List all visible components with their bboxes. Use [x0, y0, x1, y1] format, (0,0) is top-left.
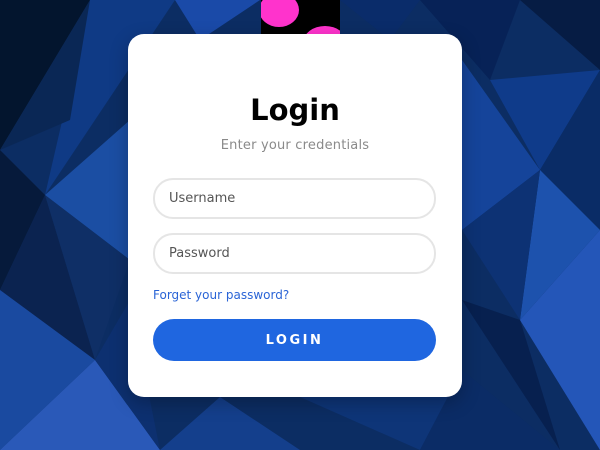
login-title: Login	[250, 93, 340, 127]
login-card: Login Enter your credentials Forget your…	[128, 34, 462, 397]
password-input[interactable]	[153, 233, 436, 274]
login-subtitle: Enter your credentials	[220, 138, 370, 153]
login-button[interactable]: LOGIN	[153, 319, 436, 361]
username-input[interactable]	[153, 178, 436, 219]
forgot-password-link[interactable]: Forget your password?	[153, 287, 289, 303]
